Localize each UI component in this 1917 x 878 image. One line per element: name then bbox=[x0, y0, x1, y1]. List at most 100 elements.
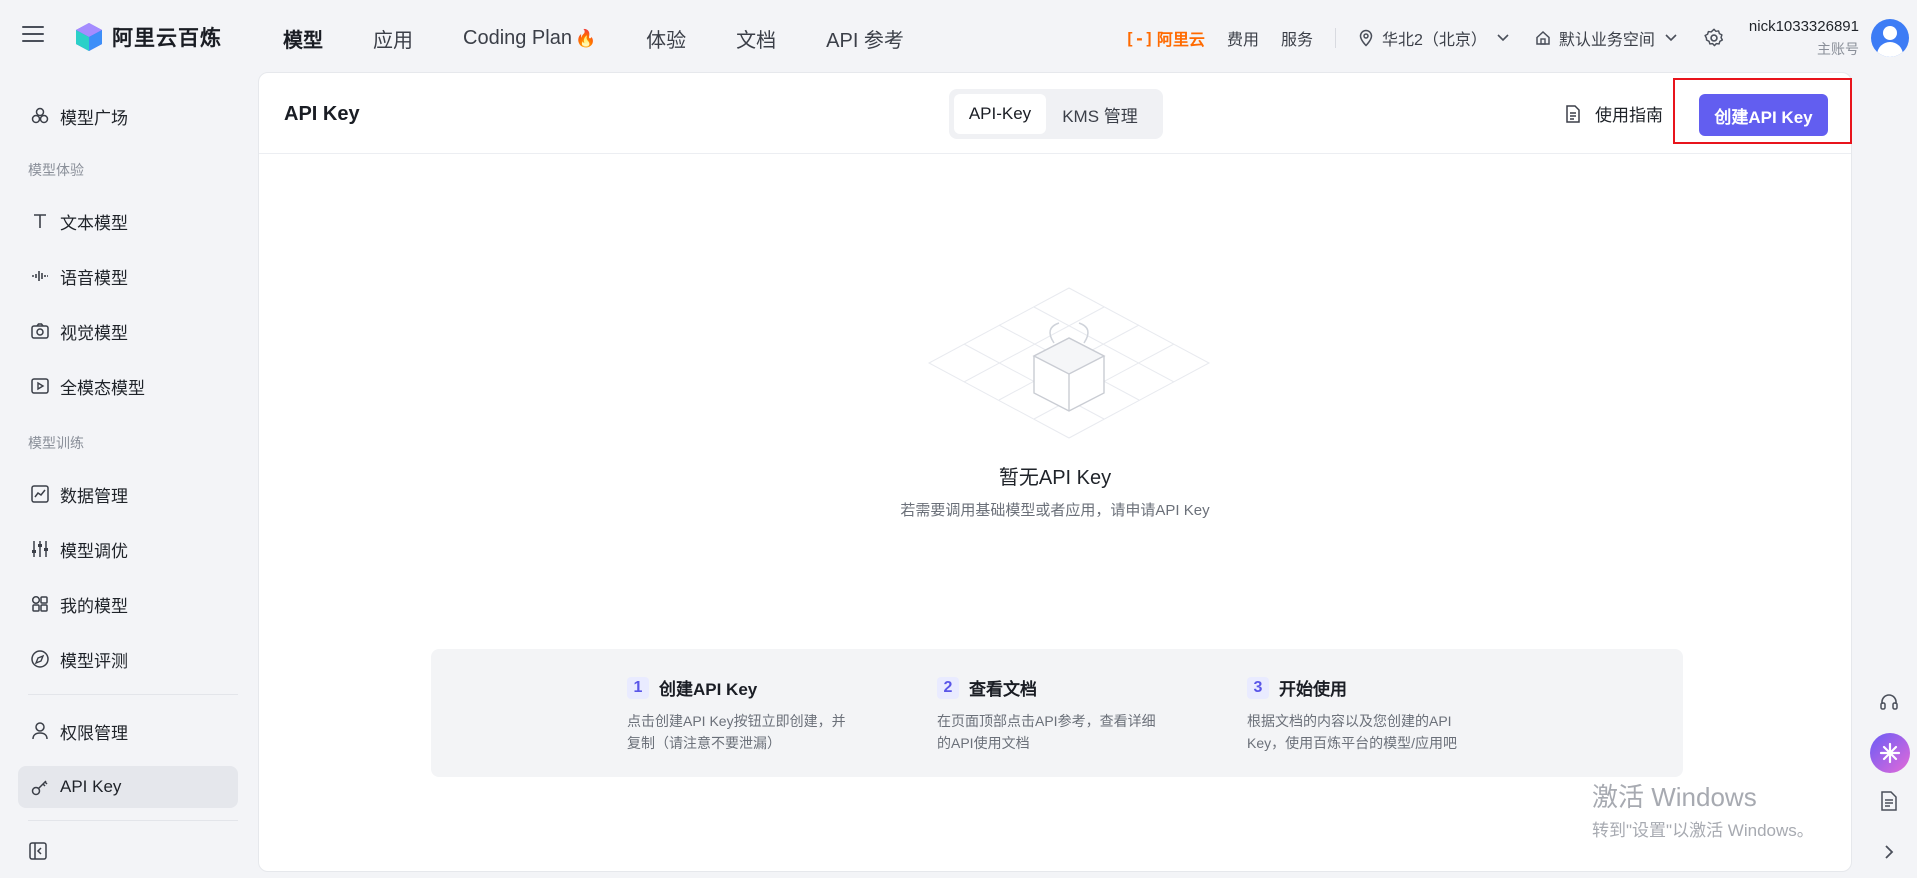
sidebar-item-label: 语音模型 bbox=[60, 268, 128, 288]
page-title: API Key bbox=[284, 103, 360, 125]
sidebar-item-label: 数据管理 bbox=[60, 486, 128, 506]
headset-icon[interactable] bbox=[1875, 688, 1903, 716]
step-title: 创建API Key bbox=[659, 680, 758, 699]
tab-switcher: API-Key KMS 管理 bbox=[949, 89, 1163, 139]
sidebar-item-label: 全模态模型 bbox=[60, 378, 145, 398]
user-info[interactable]: nick1033326891 主账号 bbox=[1749, 18, 1859, 59]
sidebar-item-model-tuning[interactable]: 模型调优 bbox=[18, 528, 238, 570]
region-select[interactable]: 华北2（北京） bbox=[1358, 26, 1509, 50]
step-description: 复制（请注意不要泄漏） bbox=[627, 735, 781, 751]
sidebar-item-label: 文本模型 bbox=[60, 213, 128, 233]
flame-icon: 🔥 bbox=[574, 28, 597, 48]
sidebar-item-my-models[interactable]: 我的模型 bbox=[18, 583, 238, 625]
top-nav: 阿里云百炼 模型 应用 Coding Plan 🔥 体验 文档 API 参考 [-… bbox=[0, 0, 1917, 70]
usage-guide-label: 使用指南 bbox=[1595, 106, 1663, 125]
sidebar-item-label: 权限管理 bbox=[60, 723, 128, 743]
chevron-down-icon bbox=[1497, 34, 1509, 42]
watermark-line-2: 转到"设置"以激活 Windows。 bbox=[1592, 821, 1814, 840]
workspace-select[interactable]: 默认业务空间 bbox=[1535, 26, 1677, 50]
nav-api-reference[interactable]: API 参考 bbox=[826, 24, 904, 53]
divider bbox=[1334, 28, 1336, 48]
create-api-key-button[interactable]: 创建API Key bbox=[1699, 94, 1828, 136]
step-description: 点击创建API Key按钮立即创建，并 bbox=[627, 713, 846, 729]
chart-icon bbox=[31, 485, 49, 503]
avatar[interactable] bbox=[1871, 19, 1909, 57]
sidebar-item-text-model[interactable]: 文本模型 bbox=[18, 200, 238, 242]
sidebar-item-label: 视觉模型 bbox=[60, 323, 128, 343]
nav-apps[interactable]: 应用 bbox=[373, 24, 413, 53]
nav-experience[interactable]: 体验 bbox=[646, 24, 686, 53]
step-item: 2 查看文档 在页面顶部点击API参考，查看详细 的API使用文档 bbox=[937, 675, 1187, 754]
location-icon bbox=[1359, 29, 1373, 47]
apps-icon bbox=[31, 595, 48, 612]
gear-icon[interactable] bbox=[1703, 27, 1725, 49]
sidebar-item-label: 模型广场 bbox=[60, 108, 128, 128]
usage-guide-link[interactable]: 使用指南 bbox=[1563, 101, 1663, 126]
sidebar-item-label: API Key bbox=[60, 777, 122, 796]
step-number: 3 bbox=[1247, 676, 1269, 699]
sidebar-item-model-square[interactable]: 模型广场 bbox=[18, 95, 238, 137]
menu-icon[interactable] bbox=[22, 26, 44, 44]
nav-models[interactable]: 模型 bbox=[283, 24, 323, 53]
collapse-sidebar-icon[interactable] bbox=[28, 841, 48, 861]
step-title: 开始使用 bbox=[1279, 680, 1347, 699]
nav-docs[interactable]: 文档 bbox=[736, 24, 776, 53]
sidebar-divider bbox=[28, 820, 238, 821]
watermark-line-1: 激活 Windows bbox=[1592, 782, 1757, 812]
user-icon bbox=[32, 722, 48, 740]
sidebar-divider bbox=[28, 694, 238, 695]
sidebar-item-speech-model[interactable]: 语音模型 bbox=[18, 255, 238, 297]
tab-api-key[interactable]: API-Key bbox=[954, 94, 1046, 134]
step-description: 根据文档的内容以及您创建的API bbox=[1247, 713, 1452, 729]
document-icon bbox=[1566, 104, 1580, 123]
plaza-icon bbox=[31, 107, 49, 124]
camera-icon bbox=[31, 323, 49, 339]
step-number: 1 bbox=[627, 676, 649, 699]
waveform-icon bbox=[32, 271, 48, 281]
service-link[interactable]: 服务 bbox=[1281, 26, 1313, 50]
tab-kms[interactable]: KMS 管理 bbox=[1046, 94, 1154, 134]
steps-guide: 1 创建API Key 点击创建API Key按钮立即创建，并 复制（请注意不要… bbox=[431, 649, 1683, 777]
sidebar-item-permissions[interactable]: 权限管理 bbox=[18, 710, 238, 752]
empty-box-illustration bbox=[927, 287, 1211, 439]
sidebar-item-label: 我的模型 bbox=[60, 596, 128, 616]
sidebar-item-model-evaluation[interactable]: 模型评测 bbox=[18, 638, 238, 680]
sidebar-item-api-key[interactable]: API Key bbox=[18, 766, 238, 808]
sidebar-item-label: 模型评测 bbox=[60, 651, 128, 671]
user-role: 主账号 bbox=[1817, 40, 1859, 57]
step-description: 的API使用文档 bbox=[937, 735, 1030, 751]
workspace-label: 默认业务空间 bbox=[1558, 32, 1655, 49]
ai-assistant-icon[interactable] bbox=[1870, 733, 1910, 773]
user-name: nick1033326891 bbox=[1748, 17, 1859, 35]
brand-logo[interactable]: 阿里云百炼 bbox=[74, 22, 222, 52]
sidebar-group-training: 模型训练 bbox=[28, 435, 84, 451]
key-icon bbox=[31, 780, 48, 796]
compass-icon bbox=[31, 650, 49, 668]
sidebar-item-data-management[interactable]: 数据管理 bbox=[18, 473, 238, 515]
sidebar-item-omni-model[interactable]: 全模态模型 bbox=[18, 365, 238, 407]
sidebar-item-vision-model[interactable]: 视觉模型 bbox=[18, 310, 238, 352]
empty-state-title: 暂无API Key bbox=[998, 467, 1112, 489]
aliyun-link[interactable]: [-] 阿里云 bbox=[1125, 26, 1205, 50]
windows-activation-watermark: 激活 Windows 转到"设置"以激活 Windows。 bbox=[1592, 777, 1814, 841]
sliders-icon bbox=[32, 541, 48, 557]
step-item: 3 开始使用 根据文档的内容以及您创建的API Key，使用百炼平台的模型/应用… bbox=[1247, 675, 1497, 754]
chevron-right-icon[interactable] bbox=[1875, 838, 1903, 866]
step-number: 2 bbox=[937, 676, 959, 699]
top-right-tools: [-] 阿里云 费用 服务 华北2（北京） 默认业务空间 nick1033326… bbox=[1125, 0, 1917, 76]
panel-header: API Key API-Key KMS 管理 使用指南 创建API Key bbox=[259, 73, 1852, 154]
brand-name: 阿里云百炼 bbox=[112, 27, 222, 50]
sidebar: 模型广场 模型体验 文本模型 语音模型 视觉模型 全模态模型 模型训练 数据管理… bbox=[0, 76, 258, 878]
logo-icon bbox=[76, 23, 102, 51]
step-description: 在页面顶部点击API参考，查看详细 bbox=[937, 713, 1156, 729]
document-icon[interactable] bbox=[1875, 787, 1903, 815]
nav-coding-plan[interactable]: Coding Plan 🔥 bbox=[463, 27, 596, 50]
home-icon bbox=[1536, 30, 1550, 45]
fees-link[interactable]: 费用 bbox=[1227, 26, 1259, 50]
sidebar-item-label: 模型调优 bbox=[60, 541, 128, 561]
empty-state-subtitle: 若需要调用基础模型或者应用，请申请API Key bbox=[900, 502, 1210, 519]
sidebar-group-experience: 模型体验 bbox=[28, 162, 84, 178]
main-panel: API Key API-Key KMS 管理 使用指南 创建API Key 暂无… bbox=[258, 72, 1852, 872]
region-label: 华北2（北京） bbox=[1381, 32, 1487, 49]
media-icon bbox=[31, 378, 49, 394]
